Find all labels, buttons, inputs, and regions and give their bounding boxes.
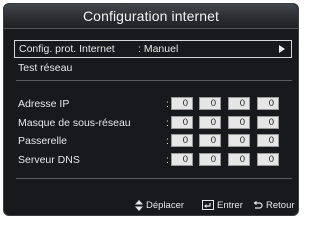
ip-address-octet-2[interactable]: 0 — [199, 97, 221, 110]
gateway-octet-4[interactable]: 0 — [257, 134, 279, 147]
gateway-octet-1[interactable]: 0 — [171, 134, 193, 147]
subnet-mask-octet-4[interactable]: 0 — [257, 116, 279, 129]
internet-settings-dialog: Configuration internet Config. prot. Int… — [3, 3, 299, 216]
dns-server-octet-4[interactable]: 0 — [257, 153, 279, 166]
ip-address-label: Adresse IP — [18, 98, 70, 110]
dns-server-octet-2[interactable]: 0 — [199, 153, 221, 166]
ip-address-colon: : — [166, 98, 169, 110]
footer-hints: Déplacer Entrer Retour — [4, 198, 298, 214]
subnet-mask-colon: : — [166, 117, 169, 129]
dns-server-row: Serveur DNS : 0 0 0 0 — [18, 153, 294, 167]
enter-hint: Entrer — [202, 198, 243, 214]
network-test-item[interactable]: Test réseau — [18, 60, 72, 76]
subnet-mask-label: Masque de sous-réseau — [18, 117, 131, 129]
subnet-mask-row: Masque de sous-réseau : 0 0 0 0 — [18, 116, 294, 130]
gateway-colon: : — [166, 135, 169, 147]
ip-address-octet-3[interactable]: 0 — [228, 97, 250, 110]
return-hint: Retour — [253, 198, 295, 214]
subnet-mask-octet-1[interactable]: 0 — [171, 116, 193, 129]
gateway-row: Passerelle : 0 0 0 0 — [18, 134, 294, 148]
dns-server-label: Serveur DNS — [18, 154, 80, 166]
dialog-title: Configuration internet — [4, 4, 298, 29]
return-label: Retour — [266, 200, 295, 211]
updown-arrows-icon — [135, 199, 143, 211]
protocol-setting-value: : Manuel — [138, 43, 179, 55]
ip-address-octet-4[interactable]: 0 — [257, 97, 279, 110]
gateway-label: Passerelle — [18, 135, 68, 147]
enter-icon — [202, 200, 214, 211]
divider — [16, 80, 292, 81]
dns-server-octet-1[interactable]: 0 — [171, 153, 193, 166]
divider — [16, 178, 292, 179]
dns-server-octet-3[interactable]: 0 — [228, 153, 250, 166]
move-label: Déplacer — [146, 200, 185, 211]
protocol-setting-label: Config. prot. Internet — [19, 43, 115, 55]
gateway-octet-2[interactable]: 0 — [199, 134, 221, 147]
move-hint: Déplacer — [135, 198, 184, 214]
protocol-setting-row[interactable]: Config. prot. Internet : Manuel — [14, 40, 292, 58]
gateway-octet-3[interactable]: 0 — [228, 134, 250, 147]
ip-address-row: Adresse IP : 0 0 0 0 — [18, 97, 294, 111]
return-icon — [253, 201, 263, 210]
dns-server-colon: : — [166, 154, 169, 166]
right-arrow-icon — [279, 45, 285, 53]
subnet-mask-octet-3[interactable]: 0 — [228, 116, 250, 129]
ip-address-octet-1[interactable]: 0 — [171, 97, 193, 110]
subnet-mask-octet-2[interactable]: 0 — [199, 116, 221, 129]
enter-label: Entrer — [217, 200, 243, 211]
